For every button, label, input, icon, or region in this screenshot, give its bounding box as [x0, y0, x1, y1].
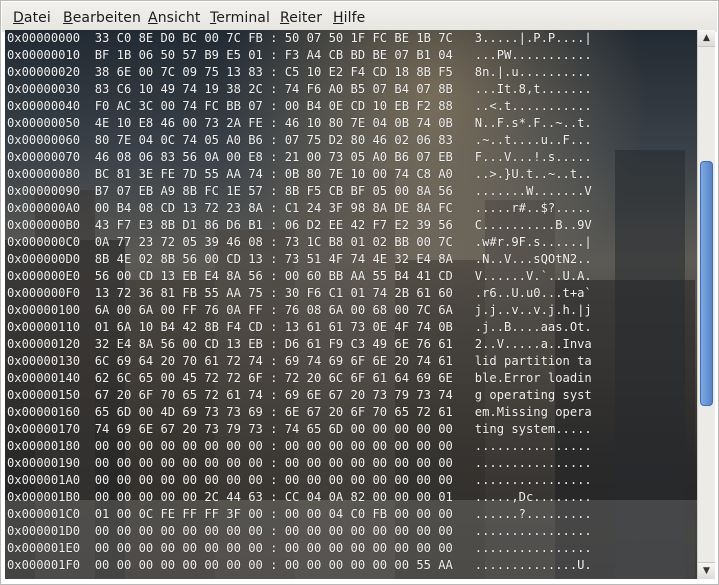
menu-hilfe[interactable]: Hilfe [333, 10, 365, 26]
scrollbar-thumb[interactable] [700, 161, 713, 406]
menu-datei[interactable]: Datei [13, 10, 51, 26]
terminal-line: 0x00000080 BC 81 3E FE 7D 55 AA 74 : 0B … [7, 167, 592, 181]
terminal-window: Datei Bearbeiten Ansicht Terminal Reiter… [0, 0, 719, 585]
terminal-line: 0x000000A0 00 B4 08 CD 13 72 23 8A : C1 … [7, 201, 592, 215]
terminal-line: 0x000000D0 8B 4E 02 8B 56 00 CD 13 : 73 … [7, 252, 592, 266]
terminal-line: 0x000000B0 43 F7 E3 8B D1 86 D6 B1 : 06 … [7, 218, 592, 232]
menu-ansicht[interactable]: Ansicht [148, 10, 200, 26]
arrow-up-icon[interactable]: ▲ [698, 30, 715, 47]
terminal-line: 0x00000060 80 7E 04 0C 74 05 A0 B6 : 07 … [7, 133, 592, 147]
terminal-line: 0x00000000 33 C0 8E D0 BC 00 7C FB : 50 … [7, 31, 592, 45]
terminal-line: 0x00000190 00 00 00 00 00 00 00 00 : 00 … [7, 456, 592, 470]
terminal-line: 0x000000C0 0A 77 23 72 05 39 46 08 : 73 … [7, 235, 592, 249]
terminal-line: 0x00000130 6C 69 64 20 70 61 72 74 : 69 … [7, 354, 592, 368]
terminal-line: 0x00000150 67 20 6F 70 65 72 61 74 : 69 … [7, 388, 592, 402]
menu-terminal[interactable]: Terminal [210, 10, 270, 26]
terminal-view[interactable]: 0x00000000 33 C0 8E D0 BC 00 7C FB : 50 … [5, 30, 697, 579]
menu-bar: Datei Bearbeiten Ansicht Terminal Reiter… [2, 2, 717, 32]
terminal-line: 0x000001F0 00 00 00 00 00 00 00 00 : 00 … [7, 558, 592, 572]
terminal-line: 0x000001E0 00 00 00 00 00 00 00 00 : 00 … [7, 541, 592, 555]
terminal-line: 0x00000030 83 C6 10 49 74 19 38 2C : 74 … [7, 82, 592, 96]
terminal-line: 0x000000E0 56 00 CD 13 EB E4 8A 56 : 00 … [7, 269, 592, 283]
terminal-line: 0x000001C0 01 00 0C FE FF FF 3F 00 : 00 … [7, 507, 592, 521]
terminal-line: 0x00000050 4E 10 E8 46 00 73 2A FE : 46 … [7, 116, 592, 130]
terminal-line: 0x000000F0 13 72 36 81 FB 55 AA 75 : 30 … [7, 286, 592, 300]
terminal-line: 0x00000020 38 6E 00 7C 09 75 13 83 : C5 … [7, 65, 592, 79]
terminal-line: 0x00000070 46 08 06 83 56 0A 00 E8 : 21 … [7, 150, 592, 164]
terminal-line: 0x000001B0 00 00 00 00 00 2C 44 63 : CC … [7, 490, 592, 504]
terminal-line: 0x00000140 62 6C 65 00 45 72 72 6F : 72 … [7, 371, 592, 385]
terminal-line: 0x00000170 74 69 6E 67 20 73 79 73 : 74 … [7, 422, 592, 436]
terminal-line: 0x00000010 BF 1B 06 50 57 B9 E5 01 : F3 … [7, 48, 592, 62]
terminal-line: 0x000001D0 00 00 00 00 00 00 00 00 : 00 … [7, 524, 592, 538]
terminal-line: 0x00000090 B7 07 EB A9 8B FC 1E 57 : 8B … [7, 184, 592, 198]
terminal-line: 0x00000110 01 6A 10 B4 42 8B F4 CD : 13 … [7, 320, 592, 334]
vertical-scrollbar[interactable]: ▲ ▼ [697, 30, 715, 579]
terminal-line: 0x00000120 32 E4 8A 56 00 CD 13 EB : D6 … [7, 337, 592, 351]
arrow-down-icon[interactable]: ▼ [698, 562, 715, 579]
terminal-line: 0x000001A0 00 00 00 00 00 00 00 00 : 00 … [7, 473, 592, 487]
hex-dump-output: 0x00000000 33 C0 8E D0 BC 00 7C FB : 50 … [7, 30, 697, 574]
terminal-line: 0x00000040 F0 AC 3C 00 74 FC BB 07 : 00 … [7, 99, 592, 113]
terminal-line: 0x00000100 6A 00 6A 00 FF 76 0A FF : 76 … [7, 303, 592, 317]
terminal-line: 0x00000180 00 00 00 00 00 00 00 00 : 00 … [7, 439, 592, 453]
terminal-line: 0x00000160 65 6D 00 4D 69 73 73 69 : 6E … [7, 405, 592, 419]
menu-bearbeiten[interactable]: Bearbeiten [63, 10, 141, 26]
menu-reiter[interactable]: Reiter [280, 10, 322, 26]
